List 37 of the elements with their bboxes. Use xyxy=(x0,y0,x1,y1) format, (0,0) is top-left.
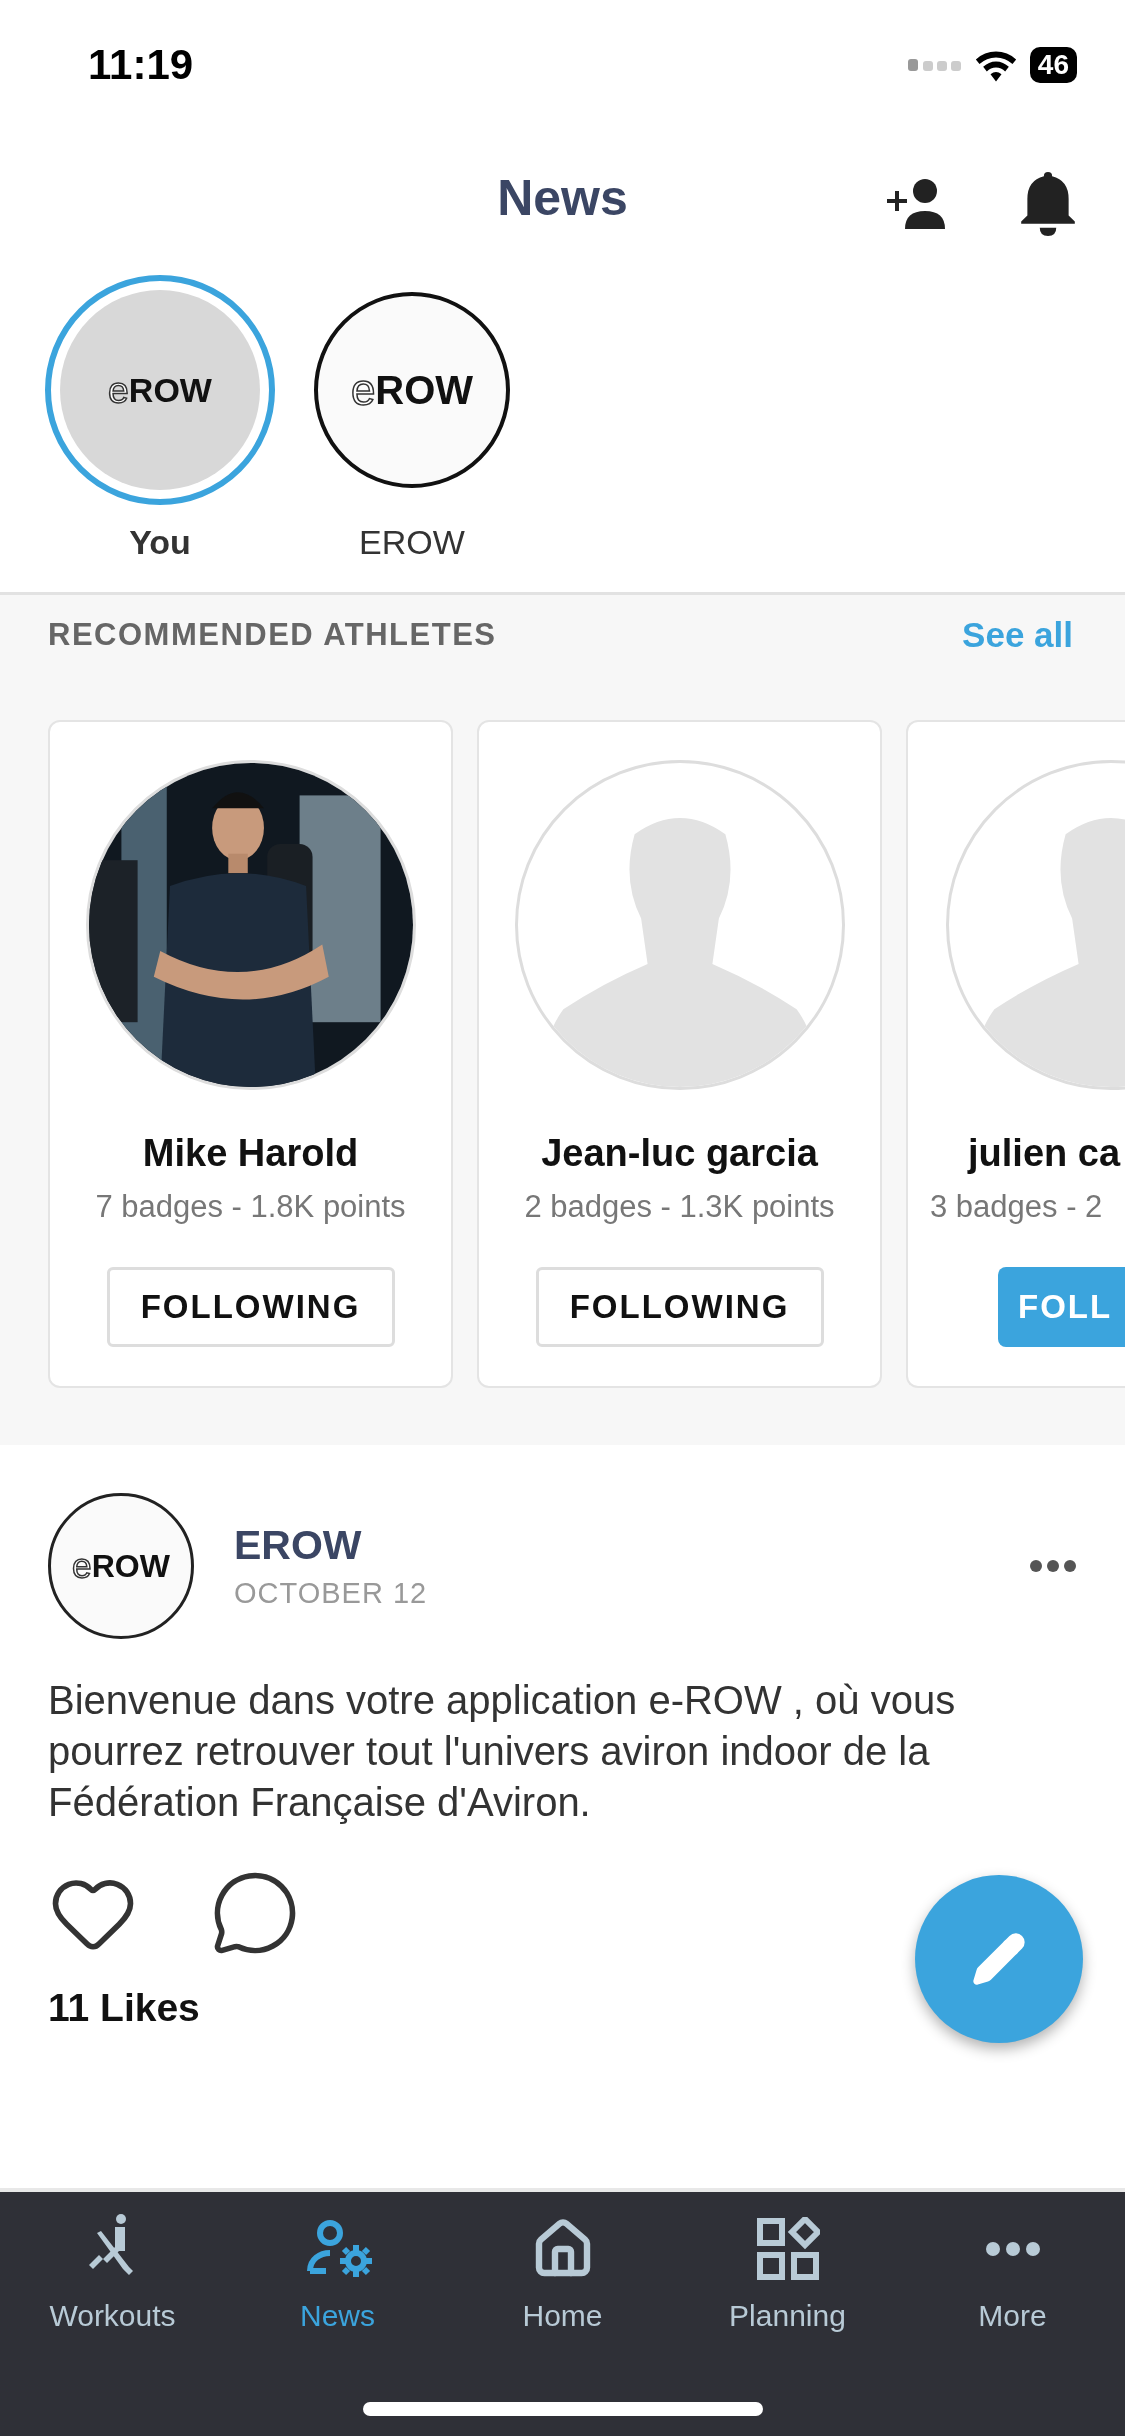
story-ring[interactable]: eROW xyxy=(297,275,527,505)
wifi-icon xyxy=(973,48,1018,82)
tab-bar-item[interactable]: Planning xyxy=(675,2210,900,2334)
battery-level: 46 xyxy=(1029,47,1077,83)
follow-button[interactable]: FOLLOWING xyxy=(106,1267,395,1347)
post-text: Bienvenue dans votre application e-ROW , où vous pourrez retrouver tout l'univers aviron indoor de la Fédération Française d'Aviron. xyxy=(48,1677,957,1826)
more-icon xyxy=(984,2241,1041,2257)
story-label: EROW xyxy=(359,523,465,562)
athlete-stats: 7 badges - 1.8K points xyxy=(95,1189,406,1225)
author-logo: eROW xyxy=(48,1493,194,1639)
tab-bar-item[interactable]: More xyxy=(900,2210,1125,2334)
athlete-card[interactable]: julien ca 3 badges - 2 FOLL xyxy=(906,720,1125,1388)
follow-button[interactable]: FOLLOWING xyxy=(535,1267,824,1347)
more-options-icon[interactable] xyxy=(1029,1559,1077,1573)
compose-button[interactable] xyxy=(915,1875,1083,2043)
tab-bar-item[interactable]: Workouts xyxy=(0,2210,225,2334)
signal-icon xyxy=(907,58,962,72)
athlete-name: Jean-luc garcia xyxy=(541,1132,818,1175)
athlete-name: Mike Harold xyxy=(142,1132,359,1175)
athlete-card[interactable]: Mike Harold 7 badges - 1.8K points FOLLOWING xyxy=(48,720,453,1388)
page-title: News xyxy=(497,168,628,227)
likes-count: 11 Likes xyxy=(48,1986,201,2030)
athlete-name: julien ca xyxy=(968,1132,1121,1175)
status-time: 11:19 xyxy=(88,41,194,89)
tab-bar-item[interactable]: News xyxy=(225,2210,450,2334)
story-label: You xyxy=(129,523,191,562)
athlete-stats: 2 badges - 1.3K points xyxy=(524,1189,835,1225)
athlete-card[interactable]: Jean-luc garcia 2 badges - 1.3K points FOLLOWING xyxy=(477,720,882,1388)
grid-icon xyxy=(755,2217,820,2281)
post-date: OCTOBER 12 xyxy=(234,1577,429,1610)
story-logo: eROW xyxy=(314,292,510,488)
pencil-icon xyxy=(971,1931,1027,1987)
tab-bar-item[interactable]: Home xyxy=(450,2210,675,2334)
section-title: RECOMMENDED ATHLETES xyxy=(48,617,497,653)
post-author[interactable]: EROW xyxy=(234,1522,989,1569)
notification-bell-icon[interactable] xyxy=(1019,170,1077,236)
athlete-stats: 3 badges - 2 xyxy=(930,1189,1103,1225)
